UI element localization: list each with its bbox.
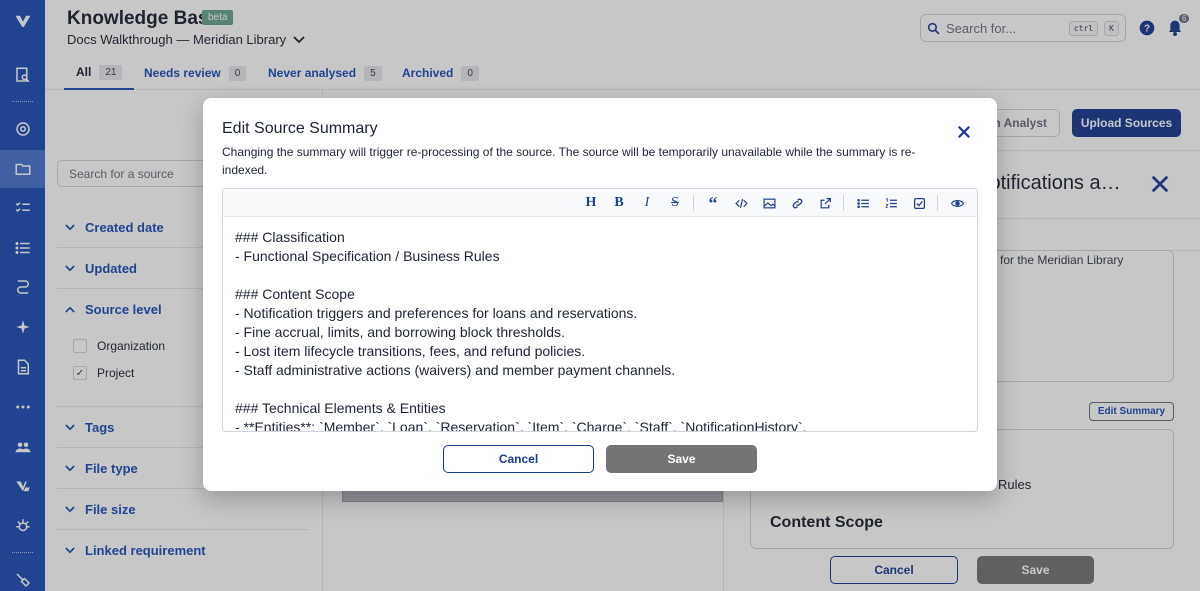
code-icon[interactable] xyxy=(731,193,751,213)
bullet-list-icon[interactable] xyxy=(853,193,873,213)
editor-line: - Functional Specification / Business Ru… xyxy=(235,248,500,264)
editor-toolbar: H B I S “ xyxy=(223,189,977,217)
quote-icon[interactable]: “ xyxy=(703,193,723,213)
editor-line: - Notification triggers and preferences … xyxy=(235,305,638,321)
numbered-list-icon[interactable] xyxy=(881,193,901,213)
close-icon[interactable] xyxy=(955,123,973,141)
cancel-button[interactable]: Cancel xyxy=(443,445,594,473)
edit-summary-modal: Edit Source Summary Changing the summary… xyxy=(203,98,997,491)
image-icon[interactable] xyxy=(759,193,779,213)
bold-icon[interactable]: B xyxy=(609,193,629,213)
save-button[interactable]: Save xyxy=(606,445,757,473)
editor-line: ### Technical Elements & Entities xyxy=(235,400,446,416)
preview-icon[interactable] xyxy=(947,193,967,213)
editor-line: - **Entities**: `Member`, `Loan`, `Reser… xyxy=(235,419,807,432)
italic-icon[interactable]: I xyxy=(637,193,657,213)
heading-icon[interactable]: H xyxy=(581,193,601,213)
editor-content[interactable]: ### Classification - Functional Specific… xyxy=(235,228,965,432)
editor-line: - Staff administrative actions (waivers)… xyxy=(235,362,676,378)
editor-line: ### Content Scope xyxy=(235,286,355,302)
editor-line: ### Classification xyxy=(235,229,345,245)
modal-title: Edit Source Summary xyxy=(222,120,378,137)
link-icon[interactable] xyxy=(787,193,807,213)
external-link-icon[interactable] xyxy=(815,193,835,213)
editor-line: - Fine accrual, limits, and borrowing bl… xyxy=(235,324,565,340)
editor-line: - Lost item lifecycle transitions, fees,… xyxy=(235,343,586,359)
modal-description: Changing the summary will trigger re-pro… xyxy=(222,145,916,177)
markdown-editor[interactable]: H B I S “ ### Classification - Functiona… xyxy=(222,188,978,432)
strikethrough-icon[interactable]: S xyxy=(665,193,685,213)
checklist-icon[interactable] xyxy=(909,193,929,213)
